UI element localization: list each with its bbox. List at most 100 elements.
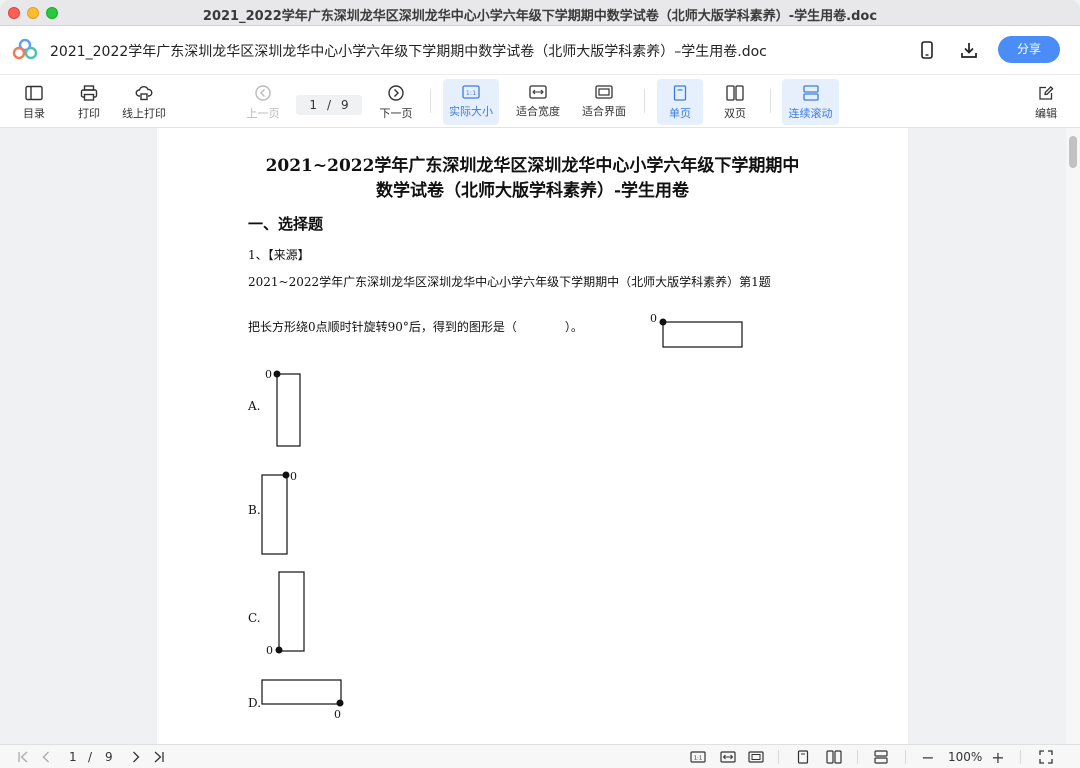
option-c-figure[interactable]: 0 (264, 568, 310, 658)
actual-size-label: 实际大小 (449, 105, 493, 118)
chevron-right-icon (133, 751, 140, 763)
toc-button[interactable]: 目录 (14, 79, 54, 125)
zoom-in-button[interactable]: + (990, 748, 1006, 767)
svg-text:1:1: 1:1 (466, 89, 476, 97)
double-page-icon (726, 85, 744, 101)
online-print-label: 线上打印 (122, 107, 166, 120)
fit-width-icon (720, 751, 736, 763)
status-page-separator: / (88, 750, 93, 764)
app-header: 2021_2022学年广东深圳龙华区深圳龙华中心小学六年级下学期期中数学试卷（北… (0, 26, 1080, 74)
double-page-icon (826, 750, 842, 764)
option-a-label: A. (248, 399, 261, 413)
print-button[interactable]: 打印 (69, 79, 109, 125)
status-actual-size-button[interactable]: 1:1 (688, 748, 708, 766)
edit-label: 编辑 (1035, 107, 1057, 120)
fit-screen-icon (748, 751, 764, 763)
toc-icon (25, 85, 43, 101)
fit-width-label: 适合宽度 (516, 105, 560, 118)
printer-icon (80, 85, 98, 101)
logo-icon (12, 38, 38, 60)
document-title: 2021_2022学年广东深圳龙华区深圳龙华中心小学六年级下学期期中数学试卷（北… (50, 44, 767, 60)
fit-width-button[interactable]: 适合宽度 (511, 79, 565, 125)
actual-size-button[interactable]: 1:1 实际大小 (443, 79, 499, 125)
toc-label: 目录 (23, 107, 45, 120)
status-double-page-button[interactable] (824, 748, 844, 766)
edit-icon (1039, 85, 1054, 100)
document-viewport[interactable]: 2021~2022学年广东深圳龙华区深圳龙华中心小学六年级下学期期中 数学试卷（… (0, 128, 1080, 744)
single-page-icon (797, 750, 809, 764)
prev-page-label: 上一页 (246, 107, 280, 120)
toolbar-divider (644, 89, 645, 113)
fit-screen-button[interactable]: 适合界面 (577, 79, 631, 125)
point-label: 0 (650, 312, 657, 325)
window-titlebar: 2021_2022学年广东深圳龙华区深圳龙华中心小学六年级下学期期中数学试卷（北… (0, 0, 1080, 26)
status-divider (857, 750, 858, 764)
toolbar-divider (770, 89, 771, 113)
zoom-level: 100% (948, 750, 983, 764)
vertical-scrollbar[interactable] (1066, 128, 1080, 744)
single-page-label: 单页 (669, 107, 691, 120)
actual-size-icon: 1:1 (690, 751, 706, 763)
first-page-button[interactable] (14, 748, 32, 766)
svg-text:0: 0 (266, 644, 273, 657)
continuous-scroll-icon (874, 750, 888, 764)
next-page-small-button[interactable] (128, 748, 144, 766)
doc-title-line2: 数学试卷（北师大版学科素养）-学生用卷 (375, 181, 690, 201)
question-text: 把长方形绕0点顺时针旋转90°后，得到的图形是（ ）。 (248, 320, 583, 334)
actual-size-icon: 1:1 (462, 85, 480, 99)
print-label: 打印 (78, 107, 100, 120)
edit-button[interactable]: 编辑 (1028, 79, 1064, 125)
window-title: 2021_2022学年广东深圳龙华区深圳龙华中心小学六年级下学期期中数学试卷（北… (202, 9, 878, 24)
last-page-icon (154, 751, 164, 763)
question-rectangle-figure: 0 (650, 312, 743, 348)
toolbar: 目录 打印 线上打印 上一页 1 / 9 下一页 1:1 实际大小 适合宽度 适… (0, 74, 1080, 128)
page-number-input[interactable]: 1 / 9 (296, 95, 362, 115)
status-page-total: 9 (105, 750, 113, 764)
option-b-figure[interactable]: 0 (257, 468, 303, 556)
status-single-page-button[interactable] (794, 748, 812, 766)
fullscreen-icon (1039, 750, 1053, 764)
document-page: 2021~2022学年广东深圳龙华区深圳龙华中心小学六年级下学期期中 数学试卷（… (157, 128, 908, 744)
zoom-out-button[interactable]: − (920, 748, 936, 767)
svg-text:0: 0 (290, 470, 297, 483)
doc-title-line1: 2021~2022学年广东深圳龙华区深圳龙华中心小学六年级下学期期中 (265, 156, 800, 176)
prev-page-button[interactable]: 上一页 (244, 79, 282, 125)
first-page-icon (18, 751, 28, 763)
page-separator: / (326, 98, 332, 112)
status-fit-screen-button[interactable] (746, 748, 766, 766)
double-page-button[interactable]: 双页 (713, 79, 757, 125)
status-fit-width-button[interactable] (718, 748, 738, 766)
svg-text:0: 0 (334, 708, 341, 721)
download-icon[interactable] (957, 38, 981, 62)
svg-text:1:1: 1:1 (694, 756, 703, 762)
toolbar-divider (430, 89, 431, 113)
fit-width-icon (529, 85, 547, 99)
continuous-scroll-button[interactable]: 连续滚动 (782, 79, 839, 125)
chevron-right-circle-icon (388, 85, 404, 101)
single-page-button[interactable]: 单页 (657, 79, 703, 125)
scrollbar-thumb[interactable] (1069, 136, 1077, 168)
status-page-current: 1 (69, 750, 77, 764)
fullscreen-button[interactable] (1037, 748, 1055, 766)
continuous-scroll-icon (802, 85, 819, 101)
next-page-button[interactable]: 下一页 (376, 79, 416, 125)
online-print-button[interactable]: 线上打印 (116, 79, 172, 125)
chevron-left-icon (42, 751, 49, 763)
phone-icon[interactable] (915, 38, 939, 62)
option-a-figure[interactable]: 0 (262, 366, 308, 448)
question-source: 2021~2022学年广东深圳龙华区深圳龙华中心小学六年级下学期期中（北师大版学… (248, 275, 771, 289)
prev-page-small-button[interactable] (38, 748, 54, 766)
page-total: 9 (341, 98, 349, 112)
option-d-figure[interactable]: 0 (261, 676, 353, 722)
option-c-label: C. (248, 611, 261, 625)
double-page-label: 双页 (724, 107, 746, 120)
page-current: 1 (309, 98, 317, 112)
fit-screen-label: 适合界面 (582, 105, 626, 118)
share-button[interactable]: 分享 (998, 36, 1060, 63)
status-divider (905, 750, 906, 764)
next-page-label: 下一页 (379, 107, 413, 120)
last-page-button[interactable] (150, 748, 168, 766)
status-continuous-scroll-button[interactable] (871, 748, 891, 766)
svg-text:0: 0 (265, 368, 272, 381)
fit-screen-icon (595, 85, 613, 99)
